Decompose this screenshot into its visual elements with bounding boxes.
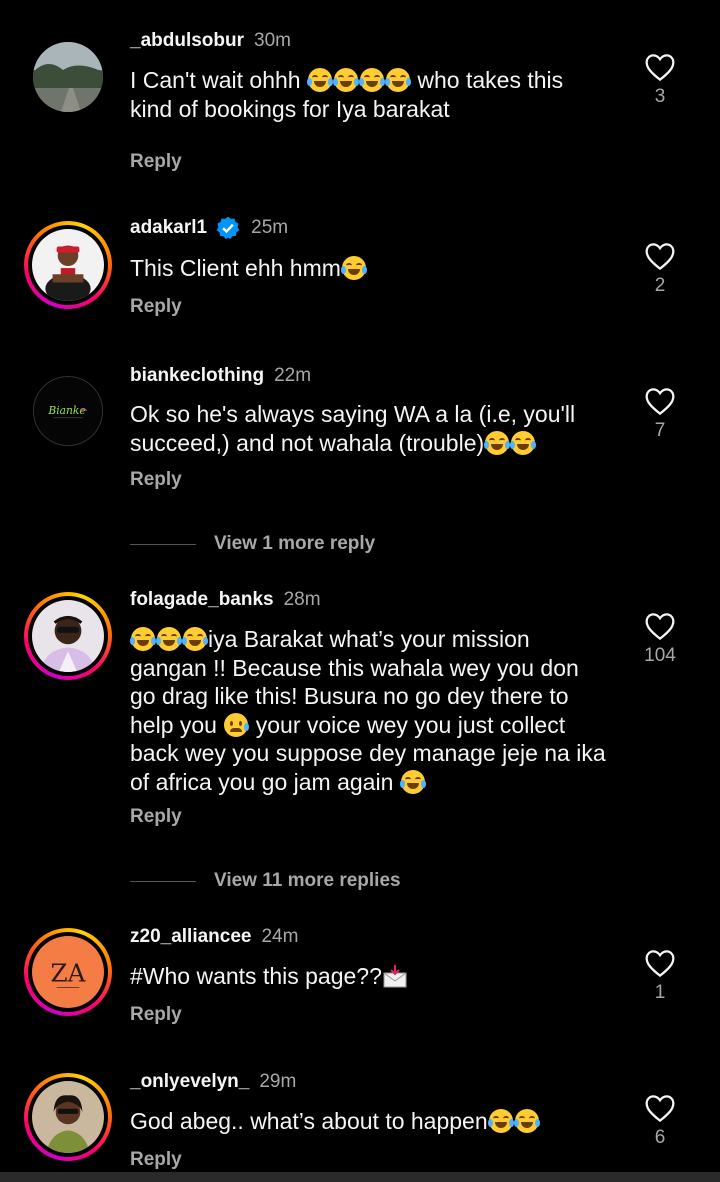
timestamp: 28m xyxy=(283,589,321,610)
tears-of-joy-emoji xyxy=(307,68,333,92)
tears-of-joy-emoji xyxy=(182,627,208,651)
comment-text-part: I Can't wait ohhh xyxy=(130,67,307,93)
like-control: 1 xyxy=(640,948,680,1004)
like-count: 3 xyxy=(654,86,666,107)
like-count: 2 xyxy=(654,275,666,296)
heart-outline-icon[interactable] xyxy=(644,611,676,641)
avatar-story-ring[interactable] xyxy=(24,221,112,309)
tears-of-joy-emoji xyxy=(340,256,367,280)
avatar-photo xyxy=(32,1081,104,1153)
comment-text: I Can't wait ohhh who takes this kind of… xyxy=(130,66,610,123)
tears-of-joy-emoji xyxy=(513,1109,540,1133)
heart-outline-icon[interactable] xyxy=(644,1093,676,1123)
avatar[interactable] xyxy=(24,33,112,121)
comment-header: folagade_banks 28m xyxy=(130,589,321,611)
comment-biankeclothing: Bianke biankeclothing 22m Ok so he's alw… xyxy=(0,340,720,520)
like-control: 2 xyxy=(640,241,680,297)
heart-outline-icon[interactable] xyxy=(644,241,676,271)
divider xyxy=(130,543,196,545)
avatar-photo xyxy=(33,42,103,112)
avatar-logo: ZA xyxy=(32,936,104,1008)
reply-button[interactable]: Reply xyxy=(130,296,182,318)
comment-text: God abeg.. what’s about to happen xyxy=(130,1107,610,1136)
comment-adakarl1: adakarl1 25m This Client ehh hmm Reply 2 xyxy=(0,190,720,340)
view-more-label: View 11 more replies xyxy=(214,870,401,891)
comment-z20-alliancee: ZA z20_alliancee 24m #Who wants this pag… xyxy=(0,902,720,1047)
bottom-edge xyxy=(0,1172,720,1182)
comment-folagade-banks: folagade_banks 28m iya Barakat what’s yo… xyxy=(0,565,720,870)
comment-header: biankeclothing 22m xyxy=(130,365,311,387)
verified-badge-icon xyxy=(216,216,240,240)
comment-text: #Who wants this page?? xyxy=(130,962,610,991)
reply-button[interactable]: Reply xyxy=(130,151,182,173)
avatar[interactable]: Bianke xyxy=(24,367,112,455)
avatar-story-ring[interactable] xyxy=(24,592,112,680)
view-more-label: View 1 more reply xyxy=(214,533,376,554)
tears-of-joy-emoji xyxy=(399,769,426,794)
avatar-story-ring[interactable]: ZA xyxy=(24,928,112,1016)
username[interactable]: folagade_banks xyxy=(130,589,274,611)
heart-outline-icon[interactable] xyxy=(644,52,676,82)
comment-header: _abdulsobur 30m xyxy=(130,30,291,52)
comment-header: adakarl1 25m xyxy=(130,215,288,241)
tears-of-joy-emoji xyxy=(130,627,156,651)
username[interactable]: z20_alliancee xyxy=(130,926,251,948)
svg-text:ZA: ZA xyxy=(51,958,87,987)
timestamp: 22m xyxy=(274,365,312,386)
like-control: 6 xyxy=(640,1093,680,1149)
tears-of-joy-emoji xyxy=(484,430,511,455)
avatar-photo xyxy=(32,600,104,672)
username[interactable]: adakarl1 xyxy=(130,217,207,239)
incoming-envelope-icon xyxy=(383,965,407,988)
username[interactable]: biankeclothing xyxy=(130,365,264,387)
timestamp: 25m xyxy=(251,217,289,238)
avatar-story-ring[interactable] xyxy=(24,1073,112,1161)
tears-of-joy-emoji xyxy=(385,68,411,92)
svg-text:Bianke: Bianke xyxy=(47,404,85,417)
reply-button[interactable]: Reply xyxy=(130,1149,182,1171)
heart-outline-icon[interactable] xyxy=(644,948,676,978)
comment-text-part: #Who wants this page?? xyxy=(130,963,382,989)
like-count: 7 xyxy=(654,420,666,441)
like-control: 104 xyxy=(630,611,690,667)
username[interactable]: _abdulsobur xyxy=(130,30,244,52)
comment-text: iya Barakat what’s your mission gangan !… xyxy=(130,625,610,796)
like-count: 1 xyxy=(654,982,666,1003)
comment-text-part: This Client ehh hmm xyxy=(130,255,341,281)
like-control: 3 xyxy=(640,52,680,108)
username[interactable]: _onlyevelyn_ xyxy=(130,1071,249,1093)
like-count: 104 xyxy=(644,645,676,666)
comment-onlyevelyn: _onlyevelyn_ 29m God abeg.. what’s about… xyxy=(0,1047,720,1172)
comment-header: _onlyevelyn_ 29m xyxy=(130,1071,296,1093)
tears-of-joy-emoji xyxy=(510,430,537,455)
view-more-replies-button[interactable]: View 1 more reply xyxy=(130,533,375,555)
comment-header: z20_alliancee 24m xyxy=(130,926,298,948)
timestamp: 30m xyxy=(254,30,291,51)
tears-of-joy-emoji xyxy=(156,627,182,651)
divider xyxy=(130,880,196,882)
like-control: 7 xyxy=(640,386,680,442)
timestamp: 29m xyxy=(259,1071,297,1092)
comment-text: This Client ehh hmm xyxy=(130,254,610,283)
tears-of-joy-emoji xyxy=(487,1109,514,1133)
comment-abdulsobur: _abdulsobur 30m I Can't wait ohhh who ta… xyxy=(0,0,720,190)
reply-button[interactable]: Reply xyxy=(130,469,182,491)
heart-outline-icon[interactable] xyxy=(644,386,676,416)
avatar-photo xyxy=(32,229,104,301)
avatar-logo: Bianke xyxy=(33,376,103,446)
comment-text: Ok so he's always saying WA a la (i.e, y… xyxy=(130,400,610,457)
tears-of-joy-emoji xyxy=(359,68,385,92)
comment-text-part: God abeg.. what’s about to happen xyxy=(130,1108,488,1134)
like-count: 6 xyxy=(654,1127,666,1148)
tears-of-joy-emoji xyxy=(333,68,359,92)
view-more-replies-button[interactable]: View 11 more replies xyxy=(130,870,401,892)
reply-button[interactable]: Reply xyxy=(130,806,182,828)
timestamp: 24m xyxy=(261,926,299,947)
crying-face-emoji xyxy=(224,712,250,737)
reply-button[interactable]: Reply xyxy=(130,1004,182,1026)
